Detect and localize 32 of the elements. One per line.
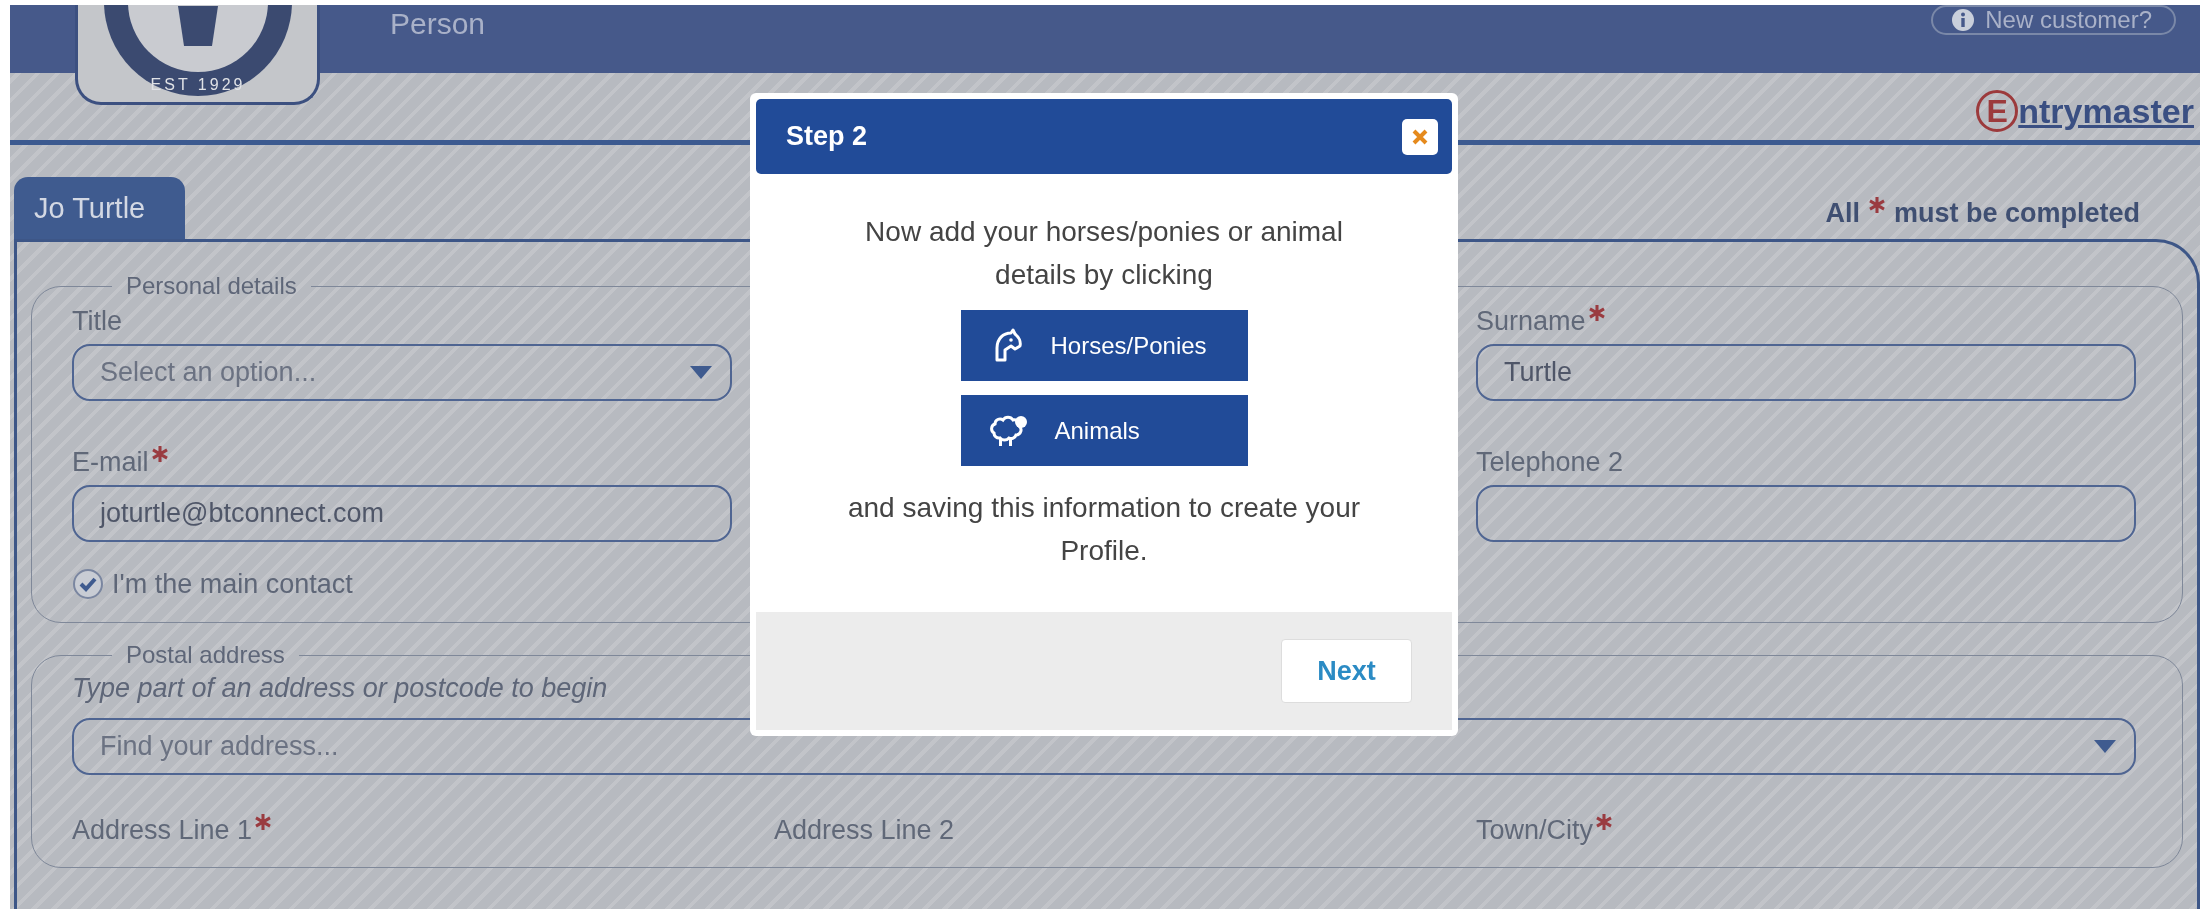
logo-text: EST 1929 bbox=[150, 76, 245, 93]
field-label: Town/City bbox=[1476, 815, 2136, 845]
instruction-text: and saving this information to create your Profile. bbox=[846, 491, 1362, 568]
field-label: Surname bbox=[1476, 306, 2136, 336]
brand-name: ntrymaster bbox=[2018, 91, 2194, 131]
select-field[interactable]: Select an option... bbox=[72, 344, 732, 401]
modal-title: Step 2 bbox=[786, 121, 868, 152]
page-title: Person bbox=[390, 7, 486, 41]
instruction-text: Now add your horses/ponies or animal details by clicking bbox=[864, 215, 1344, 292]
animals-button[interactable]: Animals bbox=[960, 395, 1248, 466]
input-field[interactable]: Turtle bbox=[1476, 344, 2136, 401]
field-label: Telephone 2 bbox=[1476, 447, 1625, 477]
person-tab[interactable]: Jo Turtle bbox=[14, 177, 186, 239]
section-legend: Postal address bbox=[112, 641, 299, 669]
field-value: Turtle bbox=[1504, 357, 1573, 388]
section-legend: Personal details bbox=[112, 272, 311, 300]
new-customer-link[interactable]: New customer? bbox=[1931, 5, 2176, 35]
brand-initial: E bbox=[1976, 90, 2019, 132]
placeholder-text: Find your address... bbox=[100, 731, 340, 762]
input-field[interactable]: joturtle@btconnect.com bbox=[72, 485, 732, 542]
field-label: Address Line 1 bbox=[72, 815, 732, 845]
required-note: must be completed bbox=[1893, 198, 2140, 229]
field-label: Address Line 2 bbox=[774, 815, 956, 845]
required-note: All bbox=[1825, 198, 1860, 229]
field-label: Title bbox=[72, 306, 123, 336]
next-button[interactable]: Next bbox=[1281, 639, 1412, 703]
field-label: E-mail bbox=[72, 447, 732, 477]
checkbox-label: I'm the main contact bbox=[112, 568, 353, 600]
placeholder-text: Select an option... bbox=[100, 357, 318, 388]
hint-text: Type part of an address or postcode to begin bbox=[72, 673, 609, 704]
horses-button[interactable]: Horses/Ponies bbox=[960, 310, 1248, 381]
field-value: joturtle@btconnect.com bbox=[100, 498, 386, 529]
